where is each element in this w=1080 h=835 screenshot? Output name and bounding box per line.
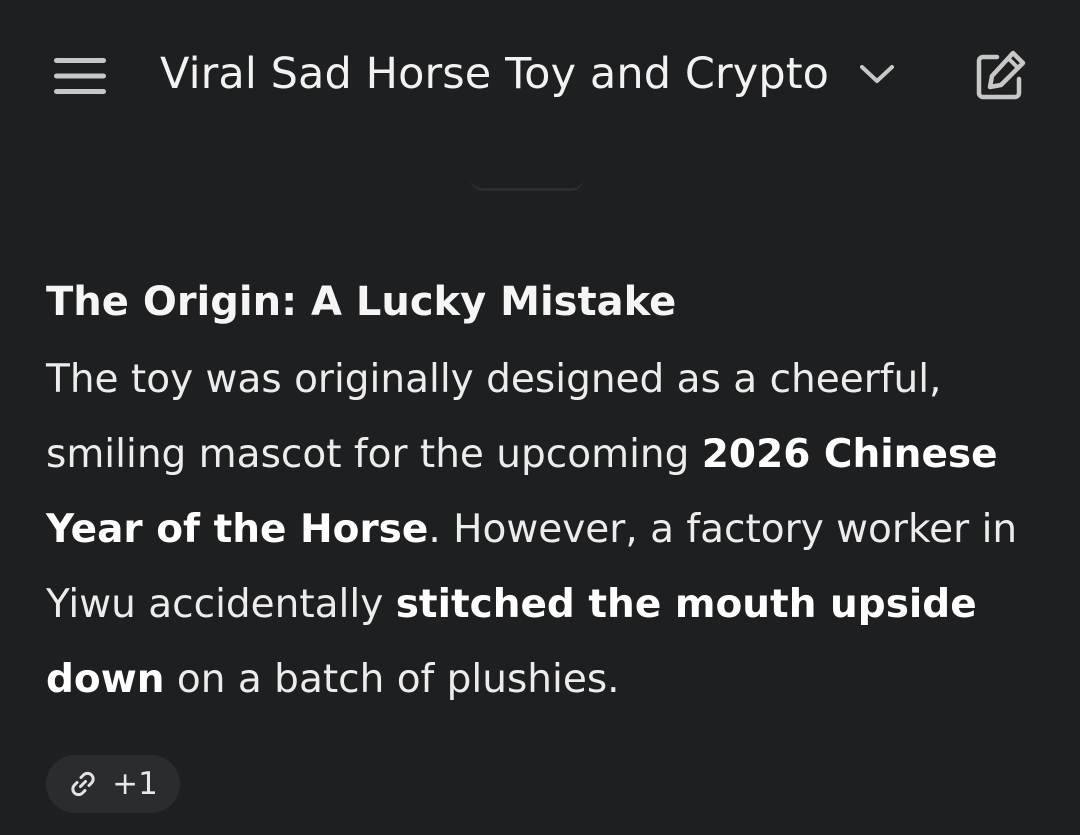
chat-screen: Viral Sad Horse Toy and Crypto The Origi… [0, 0, 1080, 835]
conversation-title: Viral Sad Horse Toy and Crypto [160, 49, 830, 99]
response-content: The Origin: A Lucky Mistake The toy was … [46, 270, 1046, 717]
link-icon [71, 771, 95, 797]
top-app-bar: Viral Sad Horse Toy and Crypto [0, 0, 1080, 150]
new-chat-button[interactable] [960, 36, 1040, 116]
edit-square-icon [976, 50, 1026, 100]
chevron-down-icon [859, 63, 895, 85]
conversation-title-dropdown[interactable]: Viral Sad Horse Toy and Crypto [160, 38, 895, 110]
response-paragraph: The toy was originally designed as a che… [46, 342, 1046, 717]
menu-button[interactable] [40, 40, 120, 112]
scroll-handle [470, 178, 584, 191]
sources-chip[interactable]: +1 [46, 755, 180, 813]
text-run: on a batch of plushies. [164, 657, 620, 702]
section-heading: The Origin: A Lucky Mistake [46, 279, 677, 325]
sources-count: +1 [112, 766, 158, 802]
hamburger-menu-icon [54, 58, 106, 94]
